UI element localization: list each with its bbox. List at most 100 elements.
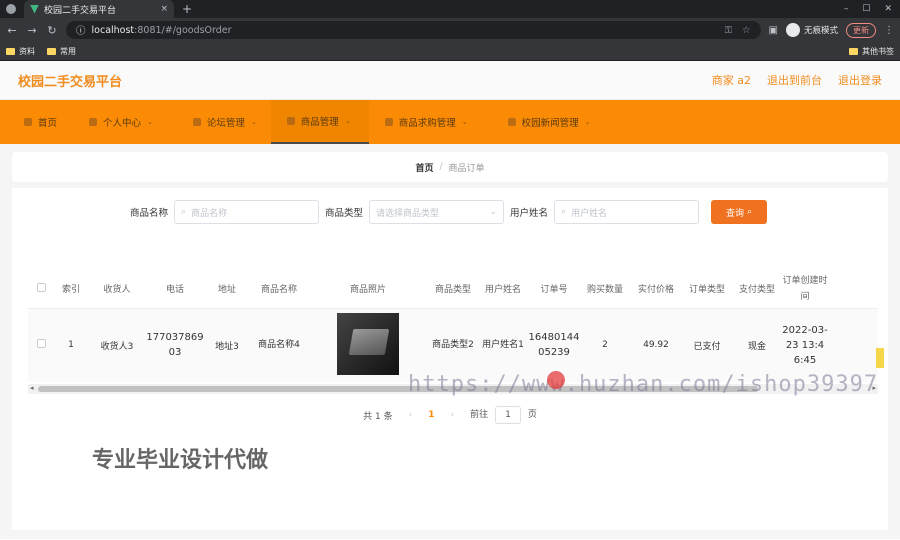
fixed-column-edge[interactable] [876, 348, 884, 368]
cell-actions [828, 308, 878, 382]
pager-prev-icon[interactable]: ‹ [409, 410, 413, 420]
column-header: 订单类型 [682, 270, 732, 309]
key-icon[interactable]: ⚿ [725, 25, 732, 36]
column-header: 收货人 [88, 270, 146, 309]
orders-table: 索引 收货人 电话 地址 商品名称 商品照片 商品类型 用户姓名 订单号 购买数… [28, 270, 878, 382]
select-all-checkbox[interactable] [36, 282, 46, 292]
nav-personal-center[interactable]: 个人中心 ⌄ [71, 100, 167, 144]
column-header: 索引 [54, 270, 88, 309]
site-info-icon[interactable]: ⓘ [76, 23, 86, 37]
goods-type-select[interactable]: 请选择商品类型 ⌄ [369, 200, 505, 224]
column-header: 商品类型 [428, 270, 478, 309]
cell-goods-name: 商品名称4 [250, 308, 308, 382]
pagination: 共 1 条 ‹ 1 › 前往 1 页 [12, 406, 888, 424]
main-content: 首页 / 商品订单 商品名称 ⌕ 商品名称 商品类型 请选择商品类型 ⌄ 用户姓名 … [0, 144, 900, 539]
nav-goods-management[interactable]: 商品管理 ⌄ [270, 100, 369, 144]
reload-icon[interactable]: ↻ [46, 24, 58, 37]
browser-kebab-icon[interactable]: ⋮ [884, 25, 894, 36]
bookmark-folder-ziliao[interactable]: 资料 [6, 46, 35, 57]
pager-page-suffix: 页 [527, 410, 537, 420]
app-header: 校园二手交易平台 商家 a2 退出到前台 退出登录 [0, 61, 900, 100]
goods-type-label: 商品类型 [325, 208, 364, 219]
search-icon: ⌕ [181, 207, 187, 217]
chevron-down-icon: ⌄ [147, 118, 153, 126]
bookmark-star-icon[interactable]: ☆ [742, 25, 751, 36]
cell-receiver: 收货人3 [88, 308, 146, 382]
breadcrumb-current: 商品订单 [448, 163, 485, 174]
breadcrumb-home[interactable]: 首页 [415, 161, 433, 174]
pager-total: 共 1 条 [363, 411, 393, 422]
maximize-icon[interactable]: ☐ [862, 4, 870, 14]
nav-forum-management[interactable]: 论坛管理 ⌄ [167, 100, 271, 144]
pager-goto-label: 前往 [470, 410, 489, 420]
forward-icon[interactable]: → [26, 24, 38, 37]
pager-next-icon[interactable]: › [450, 410, 454, 420]
column-header: 商品照片 [308, 270, 428, 309]
column-header: 实付价格 [630, 270, 682, 309]
cell-price: 49.92 [630, 308, 682, 382]
back-icon[interactable]: ← [6, 24, 18, 37]
chevron-down-icon: ⌄ [489, 207, 498, 217]
browser-tab-bar: 校园二手交易平台 × + – ☐ ✕ [0, 0, 900, 18]
goods-photo[interactable] [337, 312, 399, 375]
cell-goods-type: 商品类型2 [428, 308, 478, 382]
query-button[interactable]: 查询 ⌕ [711, 200, 768, 224]
nav-home[interactable]: 首页 [10, 100, 71, 144]
scroll-left-icon[interactable]: ◂ [30, 384, 34, 392]
actions-column-header [828, 270, 878, 309]
search-filters: 商品名称 ⌕ 商品名称 商品类型 请选择商品类型 ⌄ 用户姓名 ⌕ 用户姓名 查询 ⌕ [12, 188, 888, 224]
cell-goods-photo [308, 308, 428, 382]
search-icon: ⌕ [561, 207, 567, 217]
chevron-down-icon: ⌄ [344, 117, 351, 125]
folder-icon [47, 47, 56, 55]
column-header: 支付类型 [732, 270, 782, 309]
column-header: 用户姓名 [478, 270, 528, 309]
table-row: 1 收货人3 17703786903 地址3 商品名称4 商品类型2 用户姓名1… [28, 308, 878, 382]
laptop-image [348, 328, 390, 355]
pager-jump-input[interactable]: 1 [494, 406, 521, 424]
goods-name-label: 商品名称 [130, 208, 169, 219]
cell-pay-type: 现金 [732, 308, 782, 382]
tab-close-icon[interactable]: × [160, 4, 168, 14]
nav-purchase-request-management[interactable]: 商品求购管理 ⌄ [369, 100, 482, 144]
app-title: 校园二手交易平台 [18, 74, 123, 90]
browser-tab[interactable]: 校园二手交易平台 × [24, 0, 174, 18]
user-name-input[interactable]: ⌕ 用户姓名 [554, 200, 700, 224]
select-all-column[interactable] [28, 270, 54, 309]
update-button[interactable]: 更新 [846, 22, 876, 38]
browser-menu-icon[interactable] [6, 4, 16, 14]
row-select-cell[interactable] [28, 308, 54, 382]
column-header: 订单号 [528, 270, 580, 309]
sidepanel-icon[interactable]: ▣ [769, 25, 778, 36]
tab-title: 校园二手交易平台 [44, 5, 117, 16]
watermark-text: https://www.huzhan.com/ishop39397 [408, 372, 879, 397]
url-input[interactable]: ⓘ localhost:8081/#/goodsOrder ⚿ ☆ [66, 21, 761, 39]
purchase-icon [384, 118, 393, 126]
url-host: localhost [91, 24, 135, 36]
top-nav: 首页 个人中心 ⌄ 论坛管理 ⌄ 商品管理 ⌄ 商品求购管理 ⌄ 校园新闻管理 ⌄ [0, 100, 900, 144]
address-bar: ← → ↻ ⓘ localhost:8081/#/goodsOrder ⚿ ☆ … [0, 18, 900, 42]
other-bookmarks[interactable]: 其他书签 [849, 46, 894, 57]
incognito-indicator[interactable]: 无痕模式 [785, 23, 838, 37]
incognito-avatar-icon [785, 23, 800, 37]
table-header-row: 索引 收货人 电话 地址 商品名称 商品照片 商品类型 用户姓名 订单号 购买数… [28, 270, 878, 309]
new-tab-icon[interactable]: + [182, 2, 192, 16]
window-controls: – ☐ ✕ [844, 4, 900, 14]
pager-page-1[interactable]: 1 [428, 410, 434, 420]
breadcrumb-separator: / [439, 162, 443, 172]
back-to-front-link[interactable]: 退出到前台 [767, 72, 822, 88]
logout-link[interactable]: 退出登录 [838, 72, 882, 88]
order-panel: 商品名称 ⌕ 商品名称 商品类型 请选择商品类型 ⌄ 用户姓名 ⌕ 用户姓名 查询 ⌕ … [12, 188, 888, 530]
chevron-down-icon: ⌄ [584, 118, 591, 126]
close-window-icon[interactable]: ✕ [884, 4, 892, 14]
user-icon [89, 118, 98, 126]
goods-name-input[interactable]: ⌕ 商品名称 [174, 200, 320, 224]
column-header: 商品名称 [250, 270, 308, 309]
column-header: 地址 [204, 270, 250, 309]
goods-icon [286, 117, 295, 125]
nav-campus-news-management[interactable]: 校园新闻管理 ⌄ [482, 100, 605, 144]
bookmark-folder-changyong[interactable]: 常用 [47, 46, 76, 57]
minimize-icon[interactable]: – [844, 4, 849, 14]
row-checkbox[interactable] [36, 339, 46, 349]
breadcrumb: 首页 / 商品订单 [12, 152, 888, 182]
